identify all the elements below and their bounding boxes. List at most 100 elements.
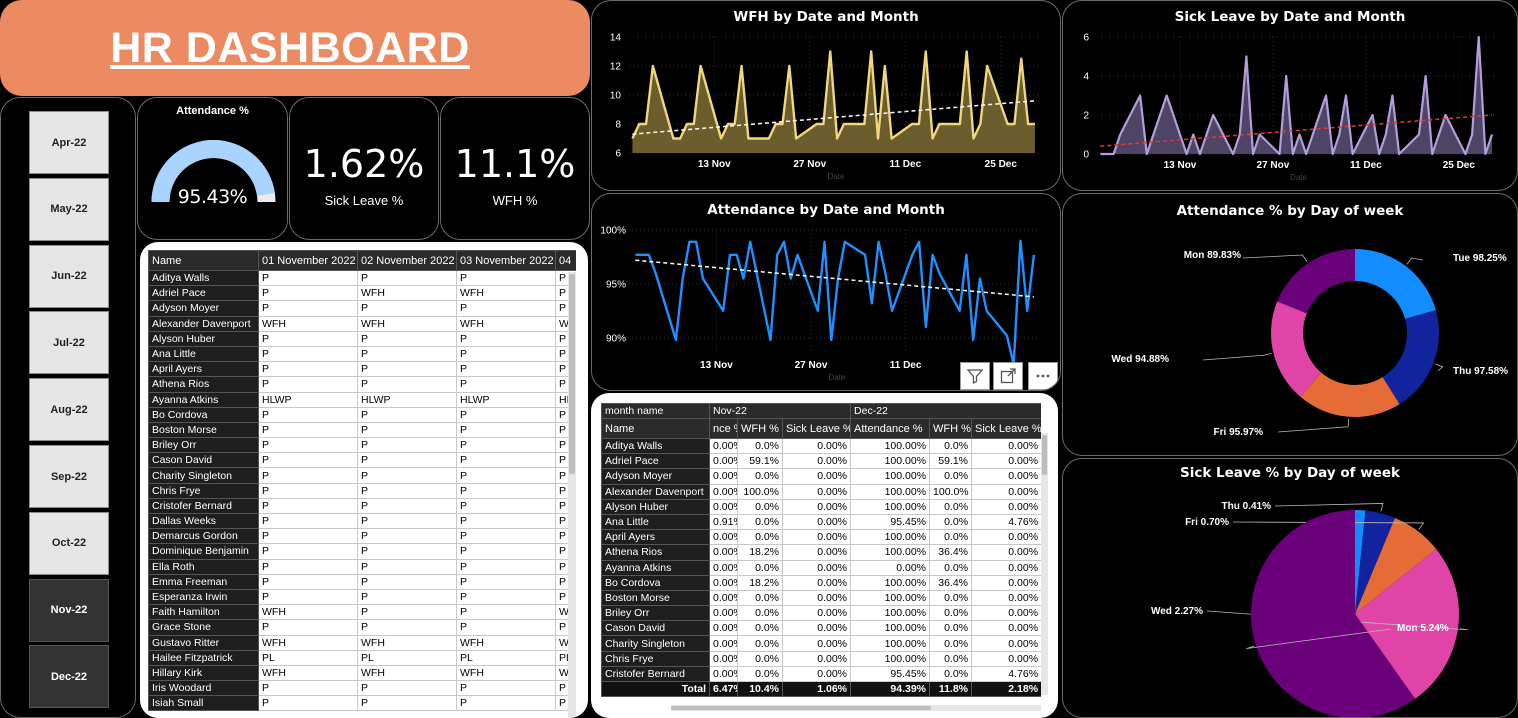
wfh-chart[interactable]: 6 8 10 12 14 13 Nov 27 Nov 11 Dec 25 Dec Date	[592, 1, 1061, 191]
table-row[interactable]: Alyson Huber0.00%0.0%0.00%100.00%0.0%0.0…	[601, 498, 1041, 515]
metric-cell: 0.00%	[781, 650, 852, 667]
column-header[interactable]: WFH %	[929, 418, 973, 439]
table-row[interactable]: Ayanna Atkins HLWP HLWP HLWP HL	[148, 391, 576, 408]
filter-icon[interactable]	[960, 362, 990, 390]
attendance-table-scroll-thumb[interactable]	[569, 274, 575, 474]
table-row[interactable]: Ayanna Atkins0.00%0.0%0.00%0.00%0.0%0.00…	[601, 559, 1041, 576]
table-row[interactable]: Cason David P P P P	[148, 452, 576, 469]
column-header[interactable]: 03 November 2022	[456, 250, 556, 271]
table-row[interactable]: Aditya Walls0.00%0.0%0.00%100.00%0.0%0.0…	[601, 437, 1041, 455]
slicer-item-apr-22[interactable]: Apr-22	[29, 111, 109, 174]
monthly-summary-table[interactable]: month name Nov-22 Dec-22 Namence %WFH %S…	[591, 393, 1058, 718]
status-cell: HLWP	[357, 391, 457, 408]
slicer-item-may-22[interactable]: May-22	[29, 177, 109, 241]
attendance-matrix-table[interactable]: Name 01 November 2022 02 November 2022 03 N…	[140, 242, 588, 718]
table-row[interactable]: Boston Morse P P P P	[148, 421, 576, 439]
table-row[interactable]: Bo Cordova P P P P	[148, 406, 576, 423]
summary-table-hscroll-thumb[interactable]	[671, 706, 931, 710]
attendance-table-scrollbar[interactable]	[568, 272, 576, 718]
status-cell: P	[357, 437, 457, 454]
table-row[interactable]: Cason David0.00%0.0%0.00%100.00%0.0%0.00…	[601, 620, 1041, 637]
metric-cell: 0.00%	[781, 498, 852, 515]
table-row[interactable]: Esperanza Irwin P P P P	[148, 588, 576, 606]
focus-mode-icon[interactable]	[993, 362, 1023, 390]
table-row[interactable]: Boston Morse0.00%0.0%0.00%100.00%0.0%0.0…	[601, 589, 1041, 607]
table-row[interactable]: Chris Frye P P P P	[148, 482, 576, 499]
pie-slice[interactable]	[1382, 310, 1439, 405]
more-options-icon[interactable]	[1028, 362, 1058, 390]
table-row[interactable]: Gustavo Ritter WFH WFH WFH WI	[148, 634, 576, 651]
metric-cell: 0.0%	[929, 437, 973, 455]
table-row[interactable]: Emma Freeman P P P P	[148, 573, 576, 590]
metric-cell: 0.00%	[781, 620, 852, 637]
employee-name-cell: Faith Hamilton	[148, 604, 259, 621]
table-row[interactable]: Dominique Benjamin P P P P	[148, 543, 576, 560]
slicer-item-jun-22[interactable]: Jun-22	[29, 244, 109, 308]
pie-slice[interactable]	[1277, 249, 1355, 314]
column-header[interactable]: Sick Leave %	[781, 418, 852, 439]
employee-name-cell: Adriel Pace	[601, 453, 710, 470]
table-row[interactable]: Isiah Small P P P P	[148, 695, 576, 712]
table-row[interactable]: Cristofer Bernard P P P P	[148, 497, 576, 515]
slicer-item-nov-22[interactable]: Nov-22	[29, 578, 109, 642]
status-cell: P	[357, 528, 457, 545]
table-row[interactable]: Faith Hamilton WFH P P WI	[148, 604, 576, 621]
column-header[interactable]: Sick Leave %	[971, 418, 1041, 439]
table-row[interactable]: Cristofer Bernard0.00%0.0%0.00%95.45%0.0…	[601, 665, 1041, 683]
table-row[interactable]: Adriel Pace P WFH WFH P	[148, 285, 576, 302]
slicer-item-sep-22[interactable]: Sep-22	[29, 445, 109, 508]
metric-cell: 0.00%	[709, 665, 738, 683]
table-row[interactable]: Briley Orr P P P P	[148, 437, 576, 454]
sick-leave-day-pie[interactable]: Thu 0.41% Fri 0.70% Wed 2.27% Mon 5.24%	[1063, 459, 1518, 718]
table-row[interactable]: April Ayers P P P P	[148, 361, 576, 378]
column-header[interactable]: 04	[555, 250, 576, 271]
summary-table-scroll-thumb[interactable]	[1042, 435, 1047, 475]
table-row[interactable]: Demarcus Gordon P P P P	[148, 528, 576, 545]
table-row[interactable]: Athena Rios0.00%18.2%0.00%100.00%36.4%0.…	[601, 544, 1041, 561]
column-header[interactable]: Attendance %	[850, 418, 931, 439]
table-row[interactable]: April Ayers0.00%0.0%0.00%100.00%0.0%0.00…	[601, 529, 1041, 546]
table-row[interactable]: Ana Little0.91%0.0%0.00%95.45%0.0%4.76%	[601, 513, 1041, 531]
summary-table-scrollbar[interactable]	[1041, 433, 1048, 695]
table-row[interactable]: Ella Roth P P P P	[148, 558, 576, 575]
slicer-item-jul-22[interactable]: Jul-22	[29, 311, 109, 375]
slicer-item-oct-22[interactable]: Oct-22	[29, 511, 109, 575]
table-row[interactable]: Chris Frye0.00%0.0%0.00%100.00%0.0%0.00%	[601, 650, 1041, 667]
attendance-chart[interactable]: 90% 95% 100% 13 Nov 27 Nov 11 Dec Date	[592, 194, 1061, 391]
column-header[interactable]: Name	[148, 250, 259, 271]
pie-slice[interactable]	[1355, 249, 1436, 319]
table-row[interactable]: Aditya Walls P P P P	[148, 269, 576, 287]
table-row[interactable]: Adyson Moyer P P P P	[148, 300, 576, 317]
table-row[interactable]: Dallas Weeks P P P P	[148, 512, 576, 530]
table-row[interactable]: Hillary Kirk WFH WFH WFH WI	[148, 664, 576, 682]
table-row[interactable]: Charity Singleton P P P P	[148, 467, 576, 484]
table-row[interactable]: Grace Stone P P P P	[148, 619, 576, 636]
column-header[interactable]: WFH %	[737, 418, 783, 439]
leader-line	[1406, 257, 1424, 265]
status-cell: WFH	[258, 315, 358, 332]
column-header[interactable]: 01 November 2022	[258, 250, 358, 271]
table-row[interactable]: Adyson Moyer0.00%0.0%0.00%100.00%0.0%0.0…	[601, 468, 1041, 485]
employee-name-cell: Athena Rios	[148, 376, 259, 393]
slicer-item-dec-22[interactable]: Dec-22	[29, 645, 109, 709]
table-row[interactable]: Adriel Pace0.00%59.1%0.00%100.00%59.1%0.…	[601, 453, 1041, 470]
table-row[interactable]: Ana Little P P P P	[148, 345, 576, 363]
column-header[interactable]: 02 November 2022	[357, 250, 457, 271]
status-cell: P	[357, 406, 457, 423]
column-header[interactable]: Name	[601, 418, 710, 439]
table-row[interactable]: Bo Cordova0.00%18.2%0.00%100.00%36.4%0.0…	[601, 574, 1041, 591]
summary-table-hscrollbar[interactable]	[671, 705, 1041, 711]
table-row[interactable]: Alexander Davenport0.00%100.0%0.00%100.0…	[601, 483, 1041, 500]
attendance-day-donut[interactable]: Tue 98.25% Thu 97.58% Fri 95.97% Wed 94.88%…	[1063, 194, 1518, 456]
column-header[interactable]: nce %	[709, 418, 738, 439]
sick-leave-chart[interactable]: 0 2 4 6 13 Nov 27 Nov 11 Dec 25 Dec Date	[1063, 1, 1518, 191]
slicer-item-aug-22[interactable]: Aug-22	[29, 378, 109, 442]
table-row[interactable]: Briley Orr0.00%0.0%0.00%100.00%0.0%0.00%	[601, 605, 1041, 622]
table-row[interactable]: Athena Rios P P P P	[148, 376, 576, 393]
table-row[interactable]: Alexander Davenport WFH WFH WFH WI	[148, 315, 576, 332]
status-cell: P	[258, 269, 358, 287]
table-row[interactable]: Alyson Huber P P P P	[148, 330, 576, 347]
table-row[interactable]: Charity Singleton0.00%0.0%0.00%100.00%0.…	[601, 635, 1041, 652]
table-row[interactable]: Iris Woodard P P P P	[148, 680, 576, 697]
table-row[interactable]: Hailee Fitzpatrick PL PL PL PL	[148, 649, 576, 666]
